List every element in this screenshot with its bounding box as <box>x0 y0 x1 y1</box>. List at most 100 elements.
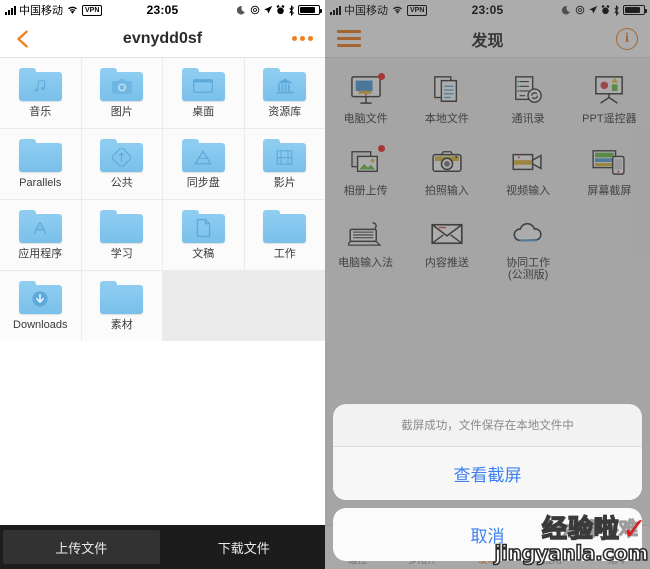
folder-item[interactable]: 公共 <box>81 129 162 199</box>
discover-item[interactable]: 通讯录 <box>488 66 569 138</box>
film-icon <box>263 138 307 172</box>
battery-icon <box>298 5 322 15</box>
desktop-window-icon <box>181 67 225 101</box>
alarm-icon <box>601 5 610 15</box>
discover-item[interactable]: 相册上传 <box>325 138 406 210</box>
discover-item-label: 相册上传 <box>343 185 388 197</box>
discover-item[interactable]: 协同工作 (公测版) <box>488 210 569 282</box>
do-not-disturb-icon <box>250 5 260 15</box>
screen-capture-icon <box>589 144 629 180</box>
notification-badge <box>377 145 385 152</box>
discover-item-label: 电脑文件 <box>343 113 388 125</box>
do-not-disturb-icon <box>575 5 585 15</box>
discover-title: 发现 <box>471 32 504 50</box>
dual-screenshot-container: 中国移动 VPN 23:05 evnydd0sf 音乐 图片 桌面 资源库 Pa… <box>0 0 650 569</box>
plain-folder-icon <box>100 280 144 314</box>
discover-item[interactable]: 内容推送 <box>406 210 487 282</box>
documents-stack-icon <box>427 72 467 108</box>
folder-item[interactable]: 文稿 <box>163 200 244 270</box>
discover-item-label: 内容推送 <box>424 257 469 269</box>
action-sheet-message: 截屏成功，文件保存在本地文件中 <box>333 404 642 447</box>
folder-item[interactable]: Parallels <box>0 129 81 199</box>
location-arrow-icon <box>589 5 598 14</box>
plain-folder-icon <box>100 209 144 243</box>
envelope-icon <box>427 216 467 252</box>
discover-item[interactable]: PPT遥控器 <box>569 66 650 138</box>
folder-item[interactable]: 影片 <box>244 129 325 199</box>
folder-item[interactable]: 图片 <box>81 58 162 128</box>
folder-label: 工作 <box>273 247 296 260</box>
page-title: evnydd0sf <box>122 29 203 47</box>
discover-item[interactable]: 本地文件 <box>406 66 487 138</box>
moon-icon <box>562 6 570 15</box>
discover-item[interactable]: 视频输入 <box>488 138 569 210</box>
folder-item[interactable]: 音乐 <box>0 58 81 128</box>
plain-folder-icon <box>263 209 307 243</box>
download-icon <box>18 280 62 314</box>
cloud-icon <box>508 216 548 252</box>
discover-item-label: 拍照输入 <box>424 185 469 197</box>
folder-item[interactable]: 素材 <box>81 271 162 341</box>
video-camera-icon <box>508 144 548 180</box>
upload-file-button[interactable]: 上传文件 <box>3 530 160 564</box>
public-folder-icon <box>100 138 144 172</box>
info-circle-icon[interactable]: i <box>616 27 638 50</box>
drive-icon <box>181 138 225 172</box>
folder-item[interactable]: Downloads <box>0 271 81 341</box>
status-bar-left: 中国移动 VPN 23:05 <box>0 0 325 20</box>
camera-input-icon <box>427 144 467 180</box>
folder-label: 桌面 <box>192 105 215 118</box>
folder-label: 图片 <box>110 105 133 118</box>
folder-label: Parallels <box>19 176 62 189</box>
folder-item[interactable]: 桌面 <box>163 58 244 128</box>
folder-label: 文稿 <box>192 247 215 260</box>
folder-item[interactable]: 同步盘 <box>163 129 244 199</box>
bluetooth-icon <box>289 4 294 16</box>
left-bottom-toolbar: 上传文件 下载文件 <box>0 525 325 569</box>
discover-item[interactable]: 电脑输入法 <box>325 210 406 282</box>
action-sheet: 截屏成功，文件保存在本地文件中 查看截屏 取消 <box>325 404 650 569</box>
discover-item-label: 协同工作 (公测版) <box>506 256 551 282</box>
download-file-button[interactable]: 下载文件 <box>166 530 323 564</box>
discover-item[interactable]: 电脑文件 <box>325 66 406 138</box>
computer-monitor-icon <box>346 72 386 108</box>
discover-item-label: 屏幕截屏 <box>587 185 632 197</box>
action-sheet-panel: 截屏成功，文件保存在本地文件中 查看截屏 <box>333 404 642 500</box>
discover-item[interactable]: 拍照输入 <box>406 138 487 210</box>
right-phone-screen: 中国移动 VPN 23:05 发现 i 电脑文件 本地文件 通讯录 PPT遥控器… <box>325 0 650 569</box>
status-bar-right-group <box>562 4 647 16</box>
discover-item-label: PPT遥控器 <box>582 113 637 125</box>
folder-label: 音乐 <box>29 105 52 118</box>
left-phone-screen: 中国移动 VPN 23:05 evnydd0sf 音乐 图片 桌面 资源库 Pa… <box>0 0 325 569</box>
folder-label: 公共 <box>110 176 133 189</box>
discover-item-label: 视频输入 <box>506 185 551 197</box>
bluetooth-icon <box>614 4 619 16</box>
camera-icon <box>100 67 144 101</box>
library-icon <box>263 67 307 101</box>
photo-album-icon <box>346 144 386 180</box>
folder-label: 素材 <box>110 318 133 331</box>
more-dots-icon[interactable] <box>292 36 313 41</box>
location-arrow-icon <box>264 5 273 14</box>
view-screenshot-button[interactable]: 查看截屏 <box>333 447 642 500</box>
folder-item[interactable]: 工作 <box>244 200 325 270</box>
keyboard-icon <box>346 216 386 252</box>
moon-icon <box>237 6 245 15</box>
right-nav-bar: 发现 i <box>325 20 650 58</box>
battery-icon <box>623 5 647 15</box>
folder-item[interactable]: 学习 <box>81 200 162 270</box>
back-chevron-icon[interactable] <box>12 28 34 50</box>
document-icon <box>181 209 225 243</box>
status-bar-right-group <box>237 4 322 16</box>
music-note-icon <box>18 67 62 101</box>
folder-label: Downloads <box>13 318 68 331</box>
folder-item[interactable]: 应用程序 <box>0 200 81 270</box>
discover-item[interactable]: 屏幕截屏 <box>569 138 650 210</box>
cancel-button[interactable]: 取消 <box>333 508 642 561</box>
folder-item[interactable]: 资源库 <box>244 58 325 128</box>
status-bar-right: 中国移动 VPN 23:05 <box>325 0 650 20</box>
folder-label: 同步盘 <box>186 176 220 189</box>
contacts-sync-icon <box>508 72 548 108</box>
discover-item-label: 通讯录 <box>511 113 545 125</box>
hamburger-menu-icon[interactable] <box>337 30 361 47</box>
